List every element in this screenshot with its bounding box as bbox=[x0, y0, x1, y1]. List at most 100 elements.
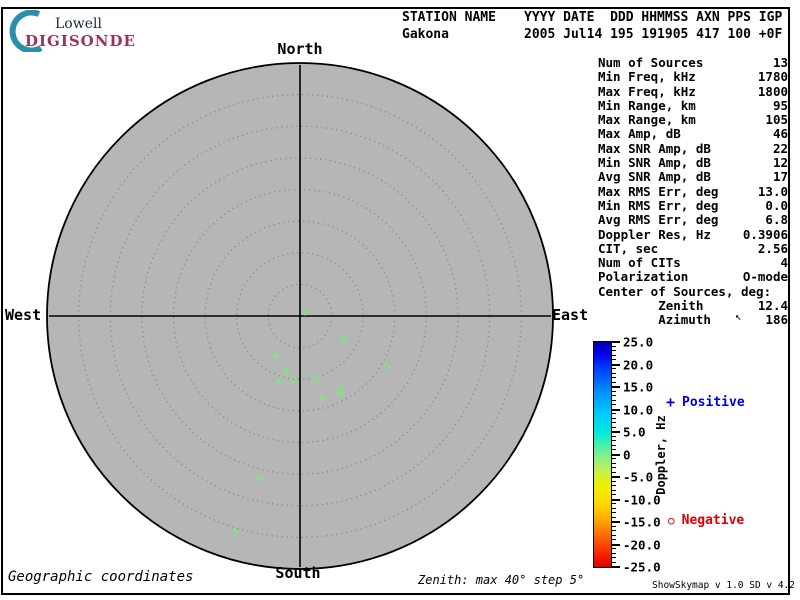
colorbar-major-tick bbox=[612, 453, 620, 456]
colorbar-tick-label: 5.0 bbox=[623, 424, 646, 440]
stat-value: 13.0 bbox=[757, 183, 788, 199]
colorbar-minor-tick bbox=[612, 539, 616, 540]
colorbar-minor-tick bbox=[612, 417, 616, 419]
compass-label-south: South bbox=[275, 564, 321, 582]
zenith-scale-note: Zenith: max 40° step 5° bbox=[418, 573, 585, 587]
stat-row: Min RMS Err, deg 0.0 bbox=[598, 197, 788, 213]
colorbar-major-tick bbox=[612, 431, 620, 433]
colorbar-major-tick bbox=[612, 543, 620, 546]
colorbar-minor-tick bbox=[612, 512, 616, 513]
stat-label: Max Amp, dB bbox=[598, 126, 681, 142]
stat-row: Center of Sources, deg: bbox=[598, 284, 788, 299]
stat-value: 0.3906 bbox=[742, 226, 788, 242]
colorbar-minor-tick bbox=[612, 449, 616, 450]
colorbar-minor-tick bbox=[612, 494, 616, 495]
stat-label: Min SNR Amp, dB bbox=[598, 155, 711, 171]
stat-row: Avg RMS Err, deg 6.8 bbox=[598, 212, 788, 228]
colorbar-axis-title: Doppler, Hz bbox=[654, 415, 668, 495]
stat-value: 95 bbox=[772, 97, 788, 113]
stat-label: Polarization bbox=[598, 269, 689, 285]
stat-row: Max Amp, dB 46 bbox=[598, 126, 788, 142]
compass-label-east: East bbox=[552, 306, 589, 324]
colorbar-tick-label: 25.0 bbox=[623, 334, 654, 350]
colorbar-minor-tick bbox=[612, 489, 616, 491]
colorbar-minor-tick bbox=[612, 435, 616, 437]
station-name-value: Gakona bbox=[402, 27, 449, 42]
stat-value: 46 bbox=[772, 126, 788, 142]
colorbar-minor-tick bbox=[612, 404, 616, 405]
colorbar-minor-tick bbox=[612, 561, 616, 563]
colorbar-tick-label: 0 bbox=[623, 447, 631, 462]
colorbar-minor-tick bbox=[612, 426, 616, 428]
stat-value: 12 bbox=[772, 155, 788, 171]
station-name-label: STATION NAME bbox=[402, 10, 496, 25]
colorbar-minor-tick bbox=[612, 354, 616, 356]
colorbar-minor-tick bbox=[612, 381, 616, 383]
colorbar-minor-tick bbox=[612, 471, 616, 473]
stat-label: Avg SNR Amp, dB bbox=[598, 169, 711, 185]
colorbar-major-tick bbox=[612, 408, 620, 411]
stat-label: Max SNR Amp, dB bbox=[598, 140, 711, 156]
colorbar-minor-tick bbox=[612, 399, 616, 401]
coordinates-note: Geographic coordinates bbox=[8, 569, 194, 585]
stat-value: 17 bbox=[772, 169, 788, 185]
colorbar-minor-tick bbox=[612, 377, 616, 378]
colorbar-minor-tick bbox=[612, 507, 616, 509]
mouse-cursor-icon: ↖ bbox=[735, 310, 742, 323]
stat-row: Min Range, km 95 bbox=[598, 97, 788, 113]
stat-value: 105 bbox=[765, 112, 788, 128]
stat-value: 186 bbox=[765, 312, 788, 328]
colorbar-minor-tick bbox=[612, 516, 616, 518]
colorbar-minor-tick bbox=[612, 467, 616, 468]
legend-negative-label: Negative bbox=[681, 513, 745, 528]
stat-row: Num of CITs 4 bbox=[598, 255, 788, 270]
compass-label-north: North bbox=[277, 40, 323, 58]
stat-row: Zenith 12.4 bbox=[598, 298, 788, 314]
colorbar-major-tick bbox=[612, 341, 620, 343]
stat-label: Min Freq, kHz bbox=[598, 69, 696, 85]
stat-row: Avg SNR Amp, dB 17 bbox=[598, 169, 788, 185]
compass-label-west: West bbox=[5, 306, 42, 324]
stat-label: Max Freq, kHz bbox=[598, 83, 696, 99]
legend-negative: ○ Negative bbox=[668, 513, 744, 528]
stat-value: 6.8 bbox=[765, 212, 788, 228]
stat-value: 0.0 bbox=[765, 197, 788, 213]
logo-brand-top: Lowell bbox=[55, 16, 102, 32]
colorbar-minor-tick bbox=[612, 557, 616, 558]
colorbar-minor-tick bbox=[612, 503, 616, 504]
header-station-block: STATION NAME Gakona bbox=[402, 9, 496, 43]
stat-label: Zenith bbox=[598, 298, 704, 314]
colorbar-major-tick bbox=[612, 386, 620, 388]
colorbar-minor-tick bbox=[612, 480, 616, 482]
colorbar-minor-tick bbox=[612, 552, 616, 554]
version-note: ShowSkymap v 1.0 SD v 4.2 bbox=[652, 580, 795, 591]
stat-label: Min RMS Err, deg bbox=[598, 197, 719, 213]
header-columns-value: 2005 Jul14 195 191905 417 100 +0F bbox=[524, 27, 783, 42]
legend-positive-label: Positive bbox=[682, 395, 745, 410]
colorbar-tick-label: -25.0 bbox=[623, 559, 661, 575]
colorbar-major-tick bbox=[612, 521, 620, 523]
colorbar-major-tick bbox=[612, 363, 620, 366]
colorbar-minor-tick bbox=[612, 458, 616, 459]
colorbar-minor-tick bbox=[612, 395, 616, 396]
colorbar-minor-tick bbox=[612, 350, 616, 351]
colorbar-minor-tick bbox=[612, 548, 616, 549]
stat-row: Num of Sources 13 bbox=[598, 55, 788, 70]
stat-label: Doppler Res, Hz bbox=[598, 226, 711, 242]
legend-positive: + Positive bbox=[666, 393, 745, 411]
plus-marker-icon: + bbox=[666, 393, 676, 411]
header-columns-label: YYYY DATE DDD HHMMSS AXN PPS IGP bbox=[524, 10, 783, 25]
lowell-digisonde-logo: Lowell DIGISONDE bbox=[8, 10, 158, 52]
stat-label: Avg RMS Err, deg bbox=[598, 212, 719, 228]
colorbar-minor-tick bbox=[612, 390, 616, 392]
header-columns-block: YYYY DATE DDD HHMMSS AXN PPS IGP 2005 Ju… bbox=[524, 9, 782, 43]
colorbar-minor-tick bbox=[612, 368, 616, 369]
colorbar-tick-label: 20.0 bbox=[623, 357, 654, 372]
colorbar-minor-tick bbox=[612, 530, 616, 531]
stat-value: 13 bbox=[772, 55, 788, 70]
stat-label: Num of Sources bbox=[598, 55, 704, 70]
colorbar-minor-tick bbox=[612, 525, 616, 527]
stat-label: CIT, sec bbox=[598, 240, 659, 256]
colorbar-tick-label: -20.0 bbox=[623, 537, 661, 552]
doppler-colorbar bbox=[593, 341, 612, 568]
